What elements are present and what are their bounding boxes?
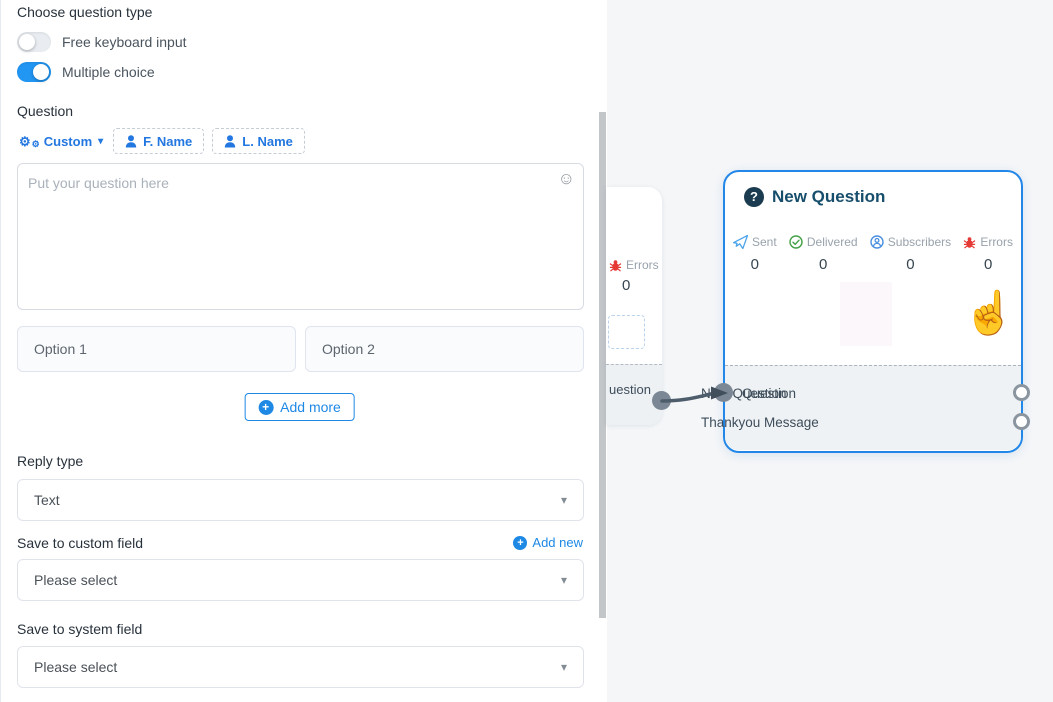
node-stats-row: Sent 0 Delivered 0 [725, 235, 1021, 273]
chevron-down-icon: ▾ [98, 136, 103, 147]
sent-label: Sent [752, 235, 777, 249]
subscribers-icon [870, 235, 884, 249]
system-field-select[interactable]: Please select ▾ [17, 646, 584, 688]
flow-canvas[interactable]: Errors 0 uestion ? New Question Sent 0 [607, 0, 1053, 702]
multiple-choice-toggle-label: Multiple choice [62, 64, 155, 80]
node-footer: Question Next Question Thankyou Message [725, 365, 1021, 450]
emoji-picker-icon[interactable]: ☺ [558, 170, 575, 187]
first-name-tag-label: F. Name [143, 134, 192, 149]
stat-subscribers: Subscribers 0 [870, 235, 951, 273]
first-name-tag-button[interactable]: F. Name [113, 128, 204, 154]
gear-icon: ⚙ [32, 140, 40, 149]
chevron-down-icon: ▾ [561, 660, 567, 674]
subscribers-label: Subscribers [888, 235, 951, 249]
thankyou-message-output-port[interactable] [1013, 413, 1030, 430]
chevron-down-icon: ▾ [561, 573, 567, 587]
next-question-port-label: Next Question [701, 386, 997, 401]
sent-value: 0 [751, 256, 759, 273]
question-mark-badge-icon: ? [744, 187, 764, 207]
question-label: Question [17, 103, 73, 119]
person-icon [125, 135, 137, 148]
stat-sent: Sent 0 [733, 235, 777, 273]
option-placeholder-box[interactable] [608, 315, 645, 349]
reply-type-label: Reply type [17, 453, 83, 469]
reply-type-select[interactable]: Text ▾ [17, 479, 584, 521]
custom-field-value: Please select [34, 572, 561, 588]
add-new-label: Add new [532, 535, 583, 550]
node-header: ? New Question [744, 187, 885, 207]
delivered-label: Delivered [807, 235, 858, 249]
system-field-value: Please select [34, 659, 561, 675]
partial-question-node[interactable]: Errors 0 uestion [606, 187, 662, 425]
panel-scrollbar-thumb[interactable] [599, 112, 606, 618]
toggle-knob [33, 64, 49, 80]
add-more-label: Add more [280, 399, 341, 415]
delivered-value: 0 [819, 256, 827, 273]
option-2-input[interactable] [305, 326, 584, 372]
question-config-panel: Choose question type Free keyboard input… [0, 0, 598, 702]
errors-label: Errors [980, 235, 1013, 249]
stat-delivered: Delivered 0 [789, 235, 858, 273]
multiple-choice-toggle[interactable] [17, 62, 51, 82]
custom-button-label: Custom [44, 134, 92, 149]
node-drag-hover-area[interactable] [840, 282, 892, 346]
gear-icon: ⚙ [19, 135, 31, 148]
save-system-field-label: Save to system field [17, 621, 142, 637]
partial-port-label: uestion [609, 382, 651, 397]
next-question-output-port[interactable] [1013, 384, 1030, 401]
partial-node-output-port[interactable] [652, 391, 671, 410]
person-icon [224, 135, 236, 148]
choose-question-type-label: Choose question type [17, 4, 152, 20]
plus-icon: + [513, 536, 527, 550]
last-name-tag-button[interactable]: L. Name [212, 128, 305, 154]
merge-tag-chips: ⚙⚙ Custom ▾ F. Name L. Name [17, 128, 305, 154]
check-circle-icon [789, 235, 803, 249]
save-custom-field-label: Save to custom field [17, 535, 143, 551]
thankyou-message-port-label: Thankyou Message [701, 415, 997, 430]
subscribers-value: 0 [906, 256, 914, 273]
reply-type-value: Text [34, 492, 561, 508]
question-textarea-wrapper: ☺ [17, 163, 584, 310]
errors-value: 0 [984, 256, 992, 273]
chevron-down-icon: ▾ [561, 493, 567, 507]
errors-label: Errors [626, 258, 659, 272]
bug-icon [609, 259, 622, 272]
paper-plane-icon [733, 235, 748, 249]
node-title: New Question [772, 187, 885, 207]
stat-errors: Errors 0 [963, 235, 1013, 273]
options-row [17, 326, 584, 372]
question-input-port[interactable] [714, 383, 733, 402]
add-more-button[interactable]: + Add more [244, 393, 355, 421]
partial-node-errors-value: 0 [622, 277, 630, 294]
hand-cursor-icon: ☝ [963, 292, 1015, 334]
free-keyboard-toggle-row: Free keyboard input [17, 32, 187, 52]
partial-node-errors-stat: Errors [609, 258, 659, 272]
free-keyboard-toggle[interactable] [17, 32, 51, 52]
last-name-tag-label: L. Name [242, 134, 293, 149]
option-1-input[interactable] [17, 326, 296, 372]
bug-icon [963, 236, 976, 249]
toggle-knob [19, 34, 35, 50]
new-question-node[interactable]: ? New Question Sent 0 De [723, 170, 1023, 453]
add-new-custom-field-link[interactable]: + Add new [513, 535, 583, 550]
custom-fields-dropdown-button[interactable]: ⚙⚙ Custom ▾ [17, 130, 105, 153]
multiple-choice-toggle-row: Multiple choice [17, 62, 155, 82]
question-textarea[interactable] [18, 164, 583, 309]
plus-icon: + [258, 400, 273, 415]
free-keyboard-toggle-label: Free keyboard input [62, 34, 187, 50]
custom-field-select[interactable]: Please select ▾ [17, 559, 584, 601]
